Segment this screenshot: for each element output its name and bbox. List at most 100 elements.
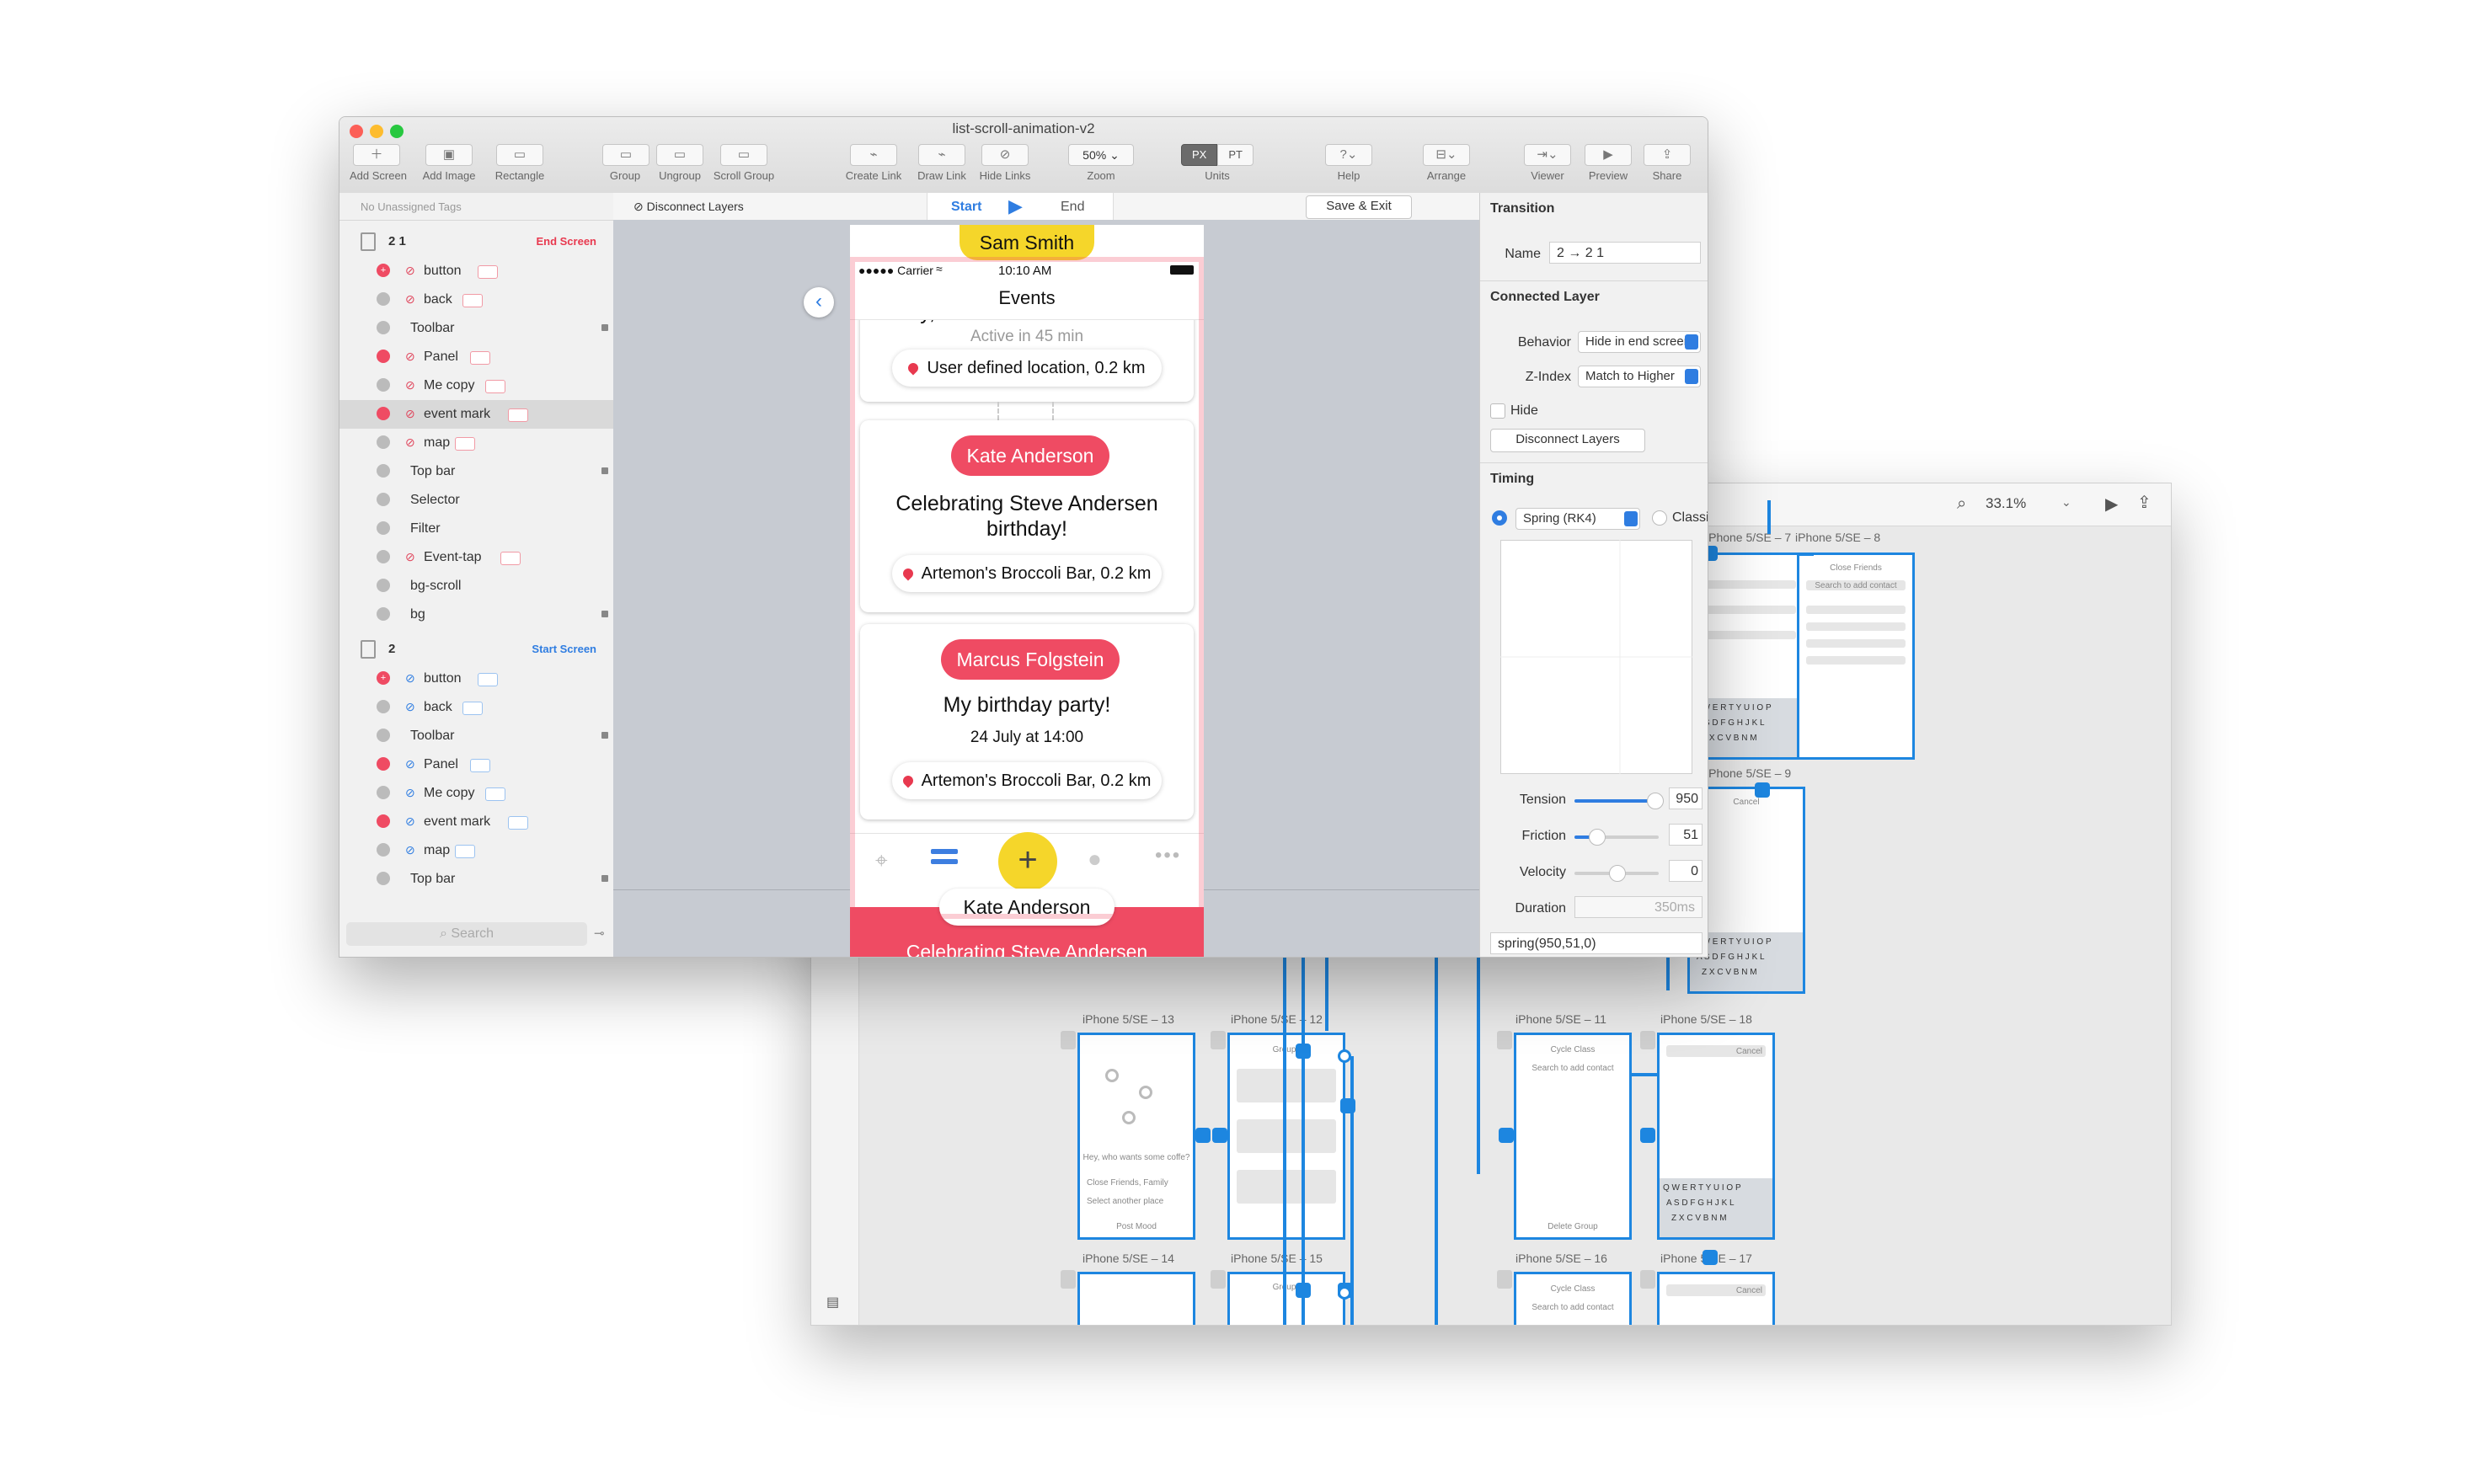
- zoom-select[interactable]: 50% ⌄: [1068, 144, 1134, 166]
- lock-icon[interactable]: [601, 875, 608, 882]
- share-button[interactable]: ⇪ Share: [1642, 144, 1692, 182]
- artboard-14[interactable]: [1077, 1272, 1195, 1325]
- layer-row[interactable]: Toolbar: [339, 722, 613, 750]
- event-card-marcus[interactable]: Marcus Folgstein My birthday party! 24 J…: [860, 624, 1194, 819]
- back-arrow-icon[interactable]: ‹: [804, 287, 834, 318]
- artboard-12[interactable]: Groups: [1227, 1033, 1345, 1240]
- layer-row[interactable]: ⊘ back: [339, 286, 613, 314]
- friction-input[interactable]: 51: [1669, 824, 1703, 846]
- group-button[interactable]: ▭ Group: [602, 144, 649, 182]
- link-node[interactable]: [1340, 1098, 1355, 1113]
- transition-curve-icon[interactable]: [462, 702, 483, 715]
- home-icon[interactable]: [1211, 1031, 1226, 1049]
- transition-curve-icon[interactable]: [462, 294, 483, 307]
- hide-links-button[interactable]: ⊘ Hide Links: [973, 144, 1037, 182]
- unit-pt-button[interactable]: PT: [1217, 144, 1254, 166]
- filter-toggle-icon[interactable]: ⊸: [594, 926, 605, 941]
- add-screen-button[interactable]: ＋ Add Screen: [350, 144, 407, 182]
- chat-icon[interactable]: ●: [1088, 846, 1102, 873]
- layer-row[interactable]: ⊘ map: [339, 836, 613, 865]
- artboard-13[interactable]: Hey, who wants some coffe? Close Friends…: [1077, 1033, 1195, 1240]
- link-node[interactable]: [1296, 1044, 1311, 1059]
- home-icon[interactable]: [1640, 1031, 1655, 1049]
- zindex-select[interactable]: Match to Higher: [1578, 366, 1701, 387]
- layer-row[interactable]: + ⊘ button: [339, 665, 613, 693]
- velocity-slider[interactable]: [1574, 865, 1659, 882]
- lock-icon[interactable]: [601, 324, 608, 331]
- transition-curve-icon[interactable]: [508, 816, 528, 830]
- link-node[interactable]: [1195, 1128, 1211, 1143]
- overview-zoom-value[interactable]: 33.1%: [1986, 495, 2026, 512]
- layer-row[interactable]: bg: [339, 601, 613, 629]
- transition-curve-icon[interactable]: [485, 380, 505, 393]
- layer-row[interactable]: Top bar: [339, 865, 613, 894]
- slider-knob[interactable]: [1588, 829, 1606, 846]
- more-icon[interactable]: •••: [1155, 844, 1181, 867]
- lock-icon[interactable]: [601, 467, 608, 474]
- home-icon[interactable]: [1061, 1031, 1076, 1049]
- list-icon[interactable]: [931, 849, 958, 854]
- ungroup-button[interactable]: ▭ Ungroup: [653, 144, 707, 182]
- zoom-control[interactable]: 50% ⌄ Zoom: [1067, 144, 1135, 182]
- layer-row[interactable]: ⊘ map: [339, 429, 613, 457]
- add-image-button[interactable]: ▣ Add Image: [422, 144, 476, 182]
- link-node[interactable]: [1212, 1128, 1227, 1143]
- link-connector[interactable]: [1797, 552, 1814, 556]
- layer-row[interactable]: ⊘ Panel: [339, 343, 613, 371]
- start-end-switch[interactable]: Start ▶ End: [927, 193, 1114, 220]
- hide-checkbox[interactable]: [1490, 403, 1505, 419]
- spring-radio[interactable]: [1492, 510, 1507, 526]
- spring-select[interactable]: Spring (RK4): [1515, 508, 1640, 530]
- layer-row[interactable]: Filter: [339, 515, 613, 543]
- transition-name-input[interactable]: 2 → 2 1: [1549, 242, 1701, 264]
- screen-group[interactable]: 2 1 End Screen: [339, 227, 613, 255]
- share-icon[interactable]: ⇪: [2137, 492, 2152, 513]
- comment-icon[interactable]: ▤: [826, 1294, 839, 1311]
- classic-radio[interactable]: [1652, 510, 1667, 526]
- zoom-search-icon[interactable]: ⌕: [1957, 494, 1966, 514]
- viewer-button[interactable]: ⇥⌄ Viewer: [1522, 144, 1573, 182]
- arrange-button[interactable]: ⊟⌄ Arrange: [1421, 144, 1472, 182]
- disconnect-layers-link[interactable]: ⊘ Disconnect Layers: [633, 200, 744, 214]
- layer-row[interactable]: ⊘ event mark: [339, 400, 613, 429]
- layer-row[interactable]: ⊘ back: [339, 693, 613, 722]
- spring-formula-input[interactable]: spring(950,51,0): [1490, 932, 1703, 954]
- layer-row[interactable]: Top bar: [339, 457, 613, 486]
- layer-row[interactable]: ⊘ Panel: [339, 750, 613, 779]
- tension-input[interactable]: 950: [1669, 787, 1703, 809]
- link-node[interactable]: [1755, 782, 1770, 798]
- unit-px-button[interactable]: PX: [1181, 144, 1218, 166]
- link-node[interactable]: [1499, 1128, 1514, 1143]
- event-host-pill[interactable]: Marcus Folgstein: [941, 639, 1120, 680]
- transition-curve-icon[interactable]: [470, 351, 490, 365]
- link-node[interactable]: [1703, 1250, 1718, 1265]
- layers-search-input[interactable]: ⌕ Search: [346, 922, 587, 946]
- artboard-17[interactable]: Cancel: [1657, 1272, 1775, 1325]
- layer-row[interactable]: ⊘ Me copy: [339, 371, 613, 400]
- transition-curve-icon[interactable]: [485, 787, 505, 801]
- layer-row[interactable]: Selector: [339, 486, 613, 515]
- behavior-select[interactable]: Hide in end screen: [1578, 331, 1701, 353]
- layer-row[interactable]: ⊘ event mark: [339, 808, 613, 836]
- play-icon[interactable]: ▶: [2105, 494, 2118, 515]
- event-location[interactable]: Artemon's Broccoli Bar, 0.2 km: [892, 555, 1162, 592]
- end-name-pill[interactable]: Kate Anderson: [939, 889, 1115, 926]
- end-tab[interactable]: End: [1061, 200, 1084, 215]
- transition-curve-icon[interactable]: [508, 408, 528, 422]
- link-endpoint[interactable]: [1338, 1286, 1351, 1300]
- layer-row[interactable]: bg-scroll: [339, 572, 613, 601]
- layer-row[interactable]: Toolbar: [339, 314, 613, 343]
- artboard-8[interactable]: Close Friends Search to add contact: [1797, 552, 1915, 760]
- save-exit-button[interactable]: Save & Exit: [1306, 195, 1412, 219]
- artboard-16[interactable]: Cycle Class Search to add contact: [1514, 1272, 1632, 1325]
- slider-knob[interactable]: [1647, 793, 1664, 809]
- play-icon[interactable]: ▶: [1008, 195, 1023, 217]
- transition-curve-icon[interactable]: [455, 845, 475, 858]
- event-location[interactable]: User defined location, 0.2 km: [892, 350, 1162, 387]
- event-card-kate[interactable]: Kate Anderson Celebrating Steve Andersen…: [860, 420, 1194, 612]
- link-connector[interactable]: [1767, 500, 1771, 534]
- artboard-18[interactable]: Cancel Q W E R T Y U I O PA S D F G H J …: [1657, 1033, 1775, 1240]
- link-node[interactable]: [1296, 1283, 1311, 1298]
- layer-row[interactable]: + ⊘ button: [339, 257, 613, 286]
- transition-curve-icon[interactable]: [478, 265, 498, 279]
